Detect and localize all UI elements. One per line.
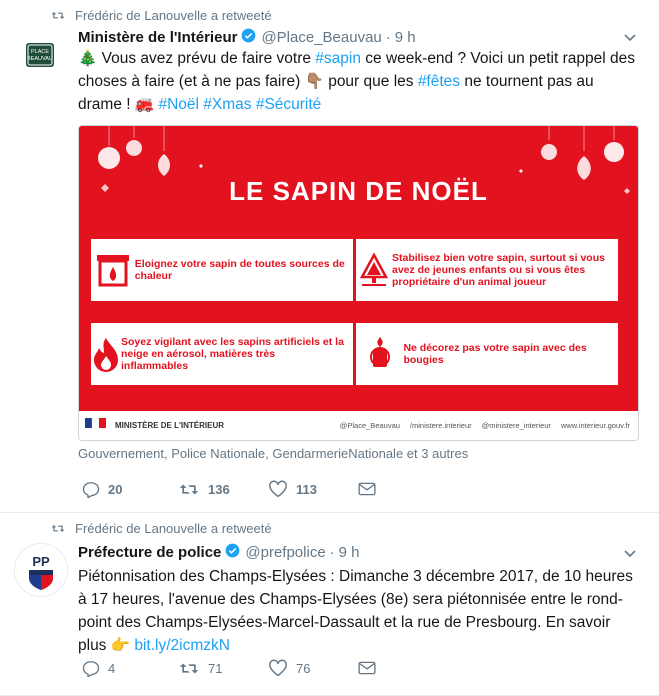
avatar[interactable]: PLACE BEAUVAU — [14, 28, 66, 80]
tagged-people[interactable]: Gouvernement, Police Nationale, Gendarme… — [78, 446, 468, 461]
chevron-down-icon[interactable] — [623, 30, 637, 48]
avatar-monogram: PP — [32, 554, 50, 569]
reply-button[interactable]: 4 — [82, 660, 178, 677]
retweet-button[interactable]: 136 — [178, 482, 268, 497]
chevron-down-icon[interactable] — [623, 546, 637, 564]
candle-icon — [356, 323, 403, 385]
social-links: @Place_Beauvau /ministere.interieur @min… — [340, 421, 630, 430]
reply-count: 4 — [108, 660, 116, 676]
hashtag-sapin[interactable]: #sapin — [315, 50, 361, 67]
heart-icon — [269, 480, 287, 498]
safety-card-candles: Ne décorez pas votre sapin avec des boug… — [356, 323, 618, 385]
hashtags[interactable]: #Noël #Xmas #Sécurité — [158, 96, 321, 113]
poster-title: LE SAPIN DE NOËL — [229, 176, 488, 206]
author-name[interactable]: Ministère de l'Intérieur — [78, 29, 237, 46]
card-text: Eloignez votre sapin de toutes sources d… — [134, 258, 345, 282]
card-text: Ne décorez pas votre sapin avec des boug… — [403, 342, 587, 366]
separator-dot: · — [329, 544, 335, 561]
tweet-header: Préfecture de police @prefpolice · 9 h — [78, 543, 360, 562]
shortlink[interactable]: bit.ly/2icmzkN — [134, 637, 230, 654]
fireplace-icon — [91, 239, 135, 301]
reply-icon — [82, 660, 100, 677]
tweet[interactable]: Frédéric de Lanouvelle a retweeté PLACE … — [0, 0, 659, 513]
tweet-text: Piétonnisation des Champs-Elysées : Dima… — [78, 568, 633, 654]
like-count: 76 — [296, 660, 311, 676]
retweet-label: Frédéric de Lanouvelle a retweeté — [75, 8, 272, 23]
reply-count: 20 — [108, 481, 123, 497]
tweet-text: 🎄 Vous avez prévu de faire votre #sapin … — [78, 50, 635, 113]
hashtag-fetes[interactable]: #fêtes — [418, 73, 460, 90]
envelope-icon — [358, 482, 376, 496]
author-handle[interactable]: @prefpolice — [245, 544, 325, 561]
reply-button[interactable]: 20 — [82, 481, 178, 498]
retweet-label: Frédéric de Lanouvelle a retweeté — [75, 521, 272, 536]
verified-icon — [241, 28, 256, 47]
tweet-image[interactable]: LE SAPIN DE NOËL Eloignez votre sapin de… — [78, 125, 639, 441]
website-url: www.interieur.gouv.fr — [560, 421, 630, 430]
avatar-line-2: BEAUVAU — [27, 56, 53, 62]
direct-message-button[interactable] — [358, 661, 376, 675]
retweet-context: Frédéric de Lanouvelle a retweeté — [51, 8, 272, 23]
separator-dot: · — [385, 29, 391, 46]
retweet-button[interactable]: 71 — [178, 661, 268, 676]
retweet-icon — [51, 12, 65, 19]
avatar[interactable]: PP — [14, 543, 68, 597]
like-button[interactable]: 113 — [268, 480, 358, 498]
tweet-header: Ministère de l'Intérieur @Place_Beauvau … — [78, 28, 416, 47]
tweet-actions: 4 71 76 — [82, 659, 376, 677]
poster: LE SAPIN DE NOËL Eloignez votre sapin de… — [79, 126, 638, 411]
marianne-logo-icon — [85, 417, 106, 428]
retweet-icon — [51, 525, 65, 532]
author-handle[interactable]: @Place_Beauvau — [261, 29, 381, 46]
retweet-icon — [179, 484, 199, 494]
safety-card-flammable: Soyez vigilant avec les sapins artificie… — [91, 323, 353, 385]
verified-icon — [225, 543, 240, 562]
reply-icon — [82, 481, 100, 498]
tweet-time[interactable]: 9 h — [395, 29, 416, 46]
poster-footer: MINISTÈRE DE L'INTÉRIEUR @Place_Beauvau … — [79, 411, 638, 440]
card-text: Stabilisez bien votre sapin, surtout si … — [392, 252, 605, 288]
instagram-handle: @ministere_interieur — [481, 421, 551, 430]
like-button[interactable]: 76 — [268, 659, 358, 677]
heart-icon — [269, 659, 287, 677]
ministry-label: MINISTÈRE DE L'INTÉRIEUR — [115, 421, 225, 430]
fallen-tree-icon — [356, 239, 392, 301]
flame-icon — [91, 323, 121, 385]
safety-card-heat: Eloignez votre sapin de toutes sources d… — [91, 239, 353, 301]
envelope-icon — [358, 661, 376, 675]
tweet-time[interactable]: 9 h — [339, 544, 360, 561]
card-text: Soyez vigilant avec les sapins artificie… — [121, 336, 344, 372]
retweet-context: Frédéric de Lanouvelle a retweeté — [51, 521, 272, 536]
twitter-handle: @Place_Beauvau — [339, 421, 400, 430]
retweet-icon — [179, 663, 199, 673]
avatar-line-1: PLACE — [31, 49, 49, 55]
retweet-count: 71 — [208, 660, 223, 676]
direct-message-button[interactable] — [358, 482, 376, 496]
tweet-actions: 20 136 113 — [82, 480, 376, 498]
safety-card-stability: Stabilisez bien votre sapin, surtout si … — [356, 239, 618, 301]
facebook-page: /ministere.interieur — [409, 421, 472, 430]
author-name[interactable]: Préfecture de police — [78, 544, 221, 561]
like-count: 113 — [296, 481, 317, 497]
retweet-count: 136 — [208, 481, 230, 497]
tweet[interactable]: Frédéric de Lanouvelle a retweeté PP Pré… — [0, 513, 659, 696]
